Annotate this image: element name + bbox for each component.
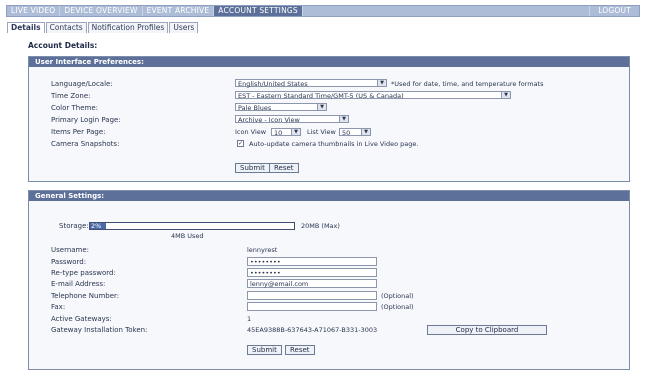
storage-used: 4MB Used [171, 232, 204, 240]
color-theme-select[interactable]: Pale Blues ▼ [235, 103, 327, 112]
items-per-page-row: Items Per Page: Icon View 10 ▼ List View… [51, 127, 511, 137]
ui-preferences-panel: User Interface Preferences: Language/Loc… [28, 56, 630, 182]
login-page-select[interactable]: Archive - Icon View ▼ [235, 115, 349, 124]
color-theme-value: Pale Blues [238, 104, 272, 112]
storage-used-row: 4MB Used [51, 231, 251, 241]
language-select[interactable]: English/United States ▼ [235, 79, 387, 88]
active-gateways-label: Active Gateways: [51, 315, 112, 323]
username-value: lennyrest [247, 246, 278, 254]
subtab-details[interactable]: Details [7, 22, 45, 33]
gateway-token-row: Gateway Installation Token: 45EA9388B-63… [51, 325, 611, 335]
list-view-select[interactable]: 50 ▼ [339, 128, 371, 137]
list-view-value: 50 [342, 129, 351, 137]
fax-label: Fax: [51, 303, 66, 311]
camera-snapshots-row: Camera Snapshots: ✓ Auto-update camera t… [51, 139, 551, 149]
copy-to-clipboard-button[interactable]: Copy to Clipboard [427, 325, 547, 335]
chevron-down-icon: ▼ [317, 104, 326, 110]
retype-password-label: Re-type password: [51, 269, 116, 277]
storage-percent: 2% [91, 222, 102, 230]
fax-optional-note: (Optional) [381, 303, 414, 311]
logout-link[interactable]: LOGOUT [589, 6, 639, 16]
gateway-token-label: Gateway Installation Token: [51, 326, 148, 334]
telephone-label: Telephone Number: [51, 292, 120, 300]
general-settings-header: General Settings: [29, 191, 629, 201]
color-theme-label: Color Theme: [51, 104, 99, 112]
chevron-down-icon: ▼ [291, 129, 300, 135]
timezone-value: EST - Eastern Standard Time/GMT-5 (US & … [238, 92, 404, 100]
active-gateways-row: Active Gateways: 1 [51, 314, 351, 324]
gateway-token-value: 45EA9388B-637643-A71067-B331-3003 [247, 326, 378, 334]
storage-label: Storage: [59, 222, 89, 230]
sub-tabs: Details Contacts Notification Profiles U… [7, 22, 199, 33]
tab-device-overview[interactable]: DEVICE OVERVIEW [60, 6, 143, 16]
subtab-contacts[interactable]: Contacts [45, 22, 87, 33]
items-per-page-label: Items Per Page: [51, 128, 106, 136]
username-label: Username: [51, 246, 90, 254]
timezone-label: Time Zone: [51, 92, 91, 100]
password-field[interactable]: •••••••• [247, 257, 377, 266]
checkmark-icon: ✓ [238, 140, 244, 147]
chevron-down-icon: ▼ [339, 116, 348, 122]
icon-view-select[interactable]: 10 ▼ [271, 128, 301, 137]
telephone-row: Telephone Number: (Optional) [51, 291, 471, 301]
storage-row: Storage: 2% 20MB (Max) [51, 221, 391, 231]
telephone-optional-note: (Optional) [381, 292, 414, 300]
fax-field[interactable] [247, 302, 377, 311]
icon-view-label: Icon View [235, 128, 267, 136]
retype-password-field[interactable]: •••••••• [247, 268, 377, 277]
ui-prefs-submit-button[interactable]: Submit [235, 163, 270, 173]
chevron-down-icon: ▼ [377, 80, 386, 86]
language-label: Language/Locale: [51, 80, 113, 88]
subtab-users[interactable]: Users [169, 22, 199, 33]
password-label: Password: [51, 258, 87, 266]
password-row: Password: •••••••• [51, 257, 451, 267]
general-settings-panel: General Settings: Storage: 2% 20MB (Max)… [28, 190, 630, 370]
snapshots-checkbox[interactable]: ✓ [237, 140, 244, 147]
subtab-notification-profiles[interactable]: Notification Profiles [87, 22, 169, 33]
language-note: *Used for date, time, and temperature fo… [391, 80, 544, 88]
storage-max: 20MB (Max) [301, 222, 340, 230]
username-row: Username: lennyrest [51, 245, 351, 255]
telephone-field[interactable] [247, 291, 377, 300]
chevron-down-icon: ▼ [501, 92, 510, 98]
ui-preferences-header: User Interface Preferences: [29, 57, 629, 67]
email-label: E-mail Address: [51, 280, 106, 288]
top-navigation: LIVE VIDEO DEVICE OVERVIEW EVENT ARCHIVE… [6, 5, 640, 17]
tab-live-video[interactable]: LIVE VIDEO [7, 6, 61, 16]
active-gateways-value: 1 [247, 315, 252, 323]
fax-row: Fax: (Optional) [51, 302, 471, 312]
retype-password-row: Re-type password: •••••••• [51, 268, 451, 278]
login-page-value: Archive - Icon View [238, 116, 300, 124]
ui-prefs-reset-button[interactable]: Reset [269, 163, 299, 173]
language-value: English/United States [238, 80, 308, 88]
email-field[interactable]: lenny@email.com [247, 279, 377, 288]
login-page-label: Primary Login Page: [51, 116, 121, 124]
account-settings-page: LIVE VIDEO DEVICE OVERVIEW EVENT ARCHIVE… [0, 0, 646, 390]
camera-snapshots-label: Camera Snapshots: [51, 140, 120, 148]
chevron-down-icon: ▼ [361, 129, 370, 135]
storage-progress-bar [89, 222, 295, 230]
page-title: Account Details: [28, 41, 98, 50]
tab-event-archive[interactable]: EVENT ARCHIVE [143, 6, 215, 16]
icon-view-value: 10 [274, 129, 283, 137]
timezone-select[interactable]: EST - Eastern Standard Time/GMT-5 (US & … [235, 91, 511, 100]
general-reset-button[interactable]: Reset [285, 345, 315, 355]
email-row: E-mail Address: lenny@email.com [51, 279, 451, 289]
camera-snapshots-text: Auto-update camera thumbnails in Live Vi… [249, 140, 419, 148]
list-view-label: List View [307, 128, 336, 136]
general-submit-button[interactable]: Submit [247, 345, 282, 355]
tab-account-settings[interactable]: ACCOUNT SETTINGS [214, 6, 303, 16]
